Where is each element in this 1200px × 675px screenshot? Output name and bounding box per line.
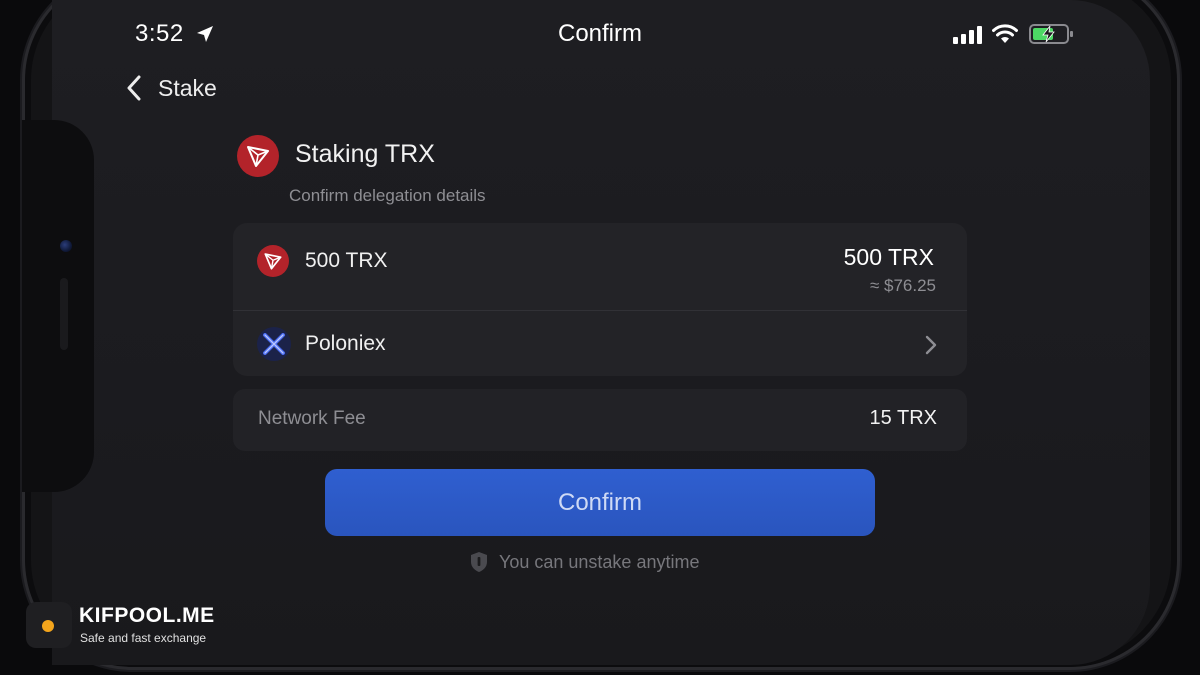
confirm-button[interactable]: Confirm bbox=[325, 469, 875, 536]
unstake-note-text: You can unstake anytime bbox=[499, 551, 700, 572]
tron-logo-icon bbox=[237, 135, 279, 177]
page-title: Staking TRX bbox=[295, 140, 435, 168]
unstake-note: You can unstake anytime bbox=[469, 550, 699, 574]
stake-amount-usd: ≈ $76.25 bbox=[869, 276, 936, 295]
stake-amount-value: 500 TRX bbox=[843, 244, 934, 270]
poloniex-logo-icon bbox=[257, 327, 291, 361]
back-button-label: Stake bbox=[158, 74, 217, 101]
wifi-icon bbox=[992, 24, 1018, 43]
tron-token-icon bbox=[257, 245, 289, 277]
screen-title: Confirm bbox=[557, 20, 642, 47]
watermark-subtitle: Safe and fast exchange bbox=[80, 631, 207, 645]
validator-row[interactable]: Poloniex bbox=[233, 311, 967, 376]
battery-charging-icon bbox=[1029, 24, 1073, 44]
stake-amount-label: 500 TRX bbox=[305, 249, 388, 272]
validator-name: Poloniex bbox=[305, 332, 386, 355]
network-fee-label: Network Fee bbox=[258, 408, 366, 429]
network-fee-card: Network Fee 15 TRX bbox=[233, 389, 967, 451]
page-subtitle: Confirm delegation details bbox=[289, 186, 486, 205]
watermark-title: KIFPOOL.ME bbox=[79, 604, 215, 627]
back-button[interactable]: Stake bbox=[124, 73, 217, 103]
chevron-right-icon bbox=[925, 335, 937, 355]
cellular-signal-icon bbox=[953, 26, 982, 44]
speaker-bar bbox=[60, 278, 68, 350]
chevron-left-icon bbox=[127, 75, 141, 101]
delegation-details-card: 500 TRX 500 TRX ≈ $76.25 Poloniex bbox=[233, 223, 967, 376]
shield-icon bbox=[471, 552, 487, 572]
network-fee-value: 15 TRX bbox=[869, 407, 937, 429]
front-camera bbox=[60, 240, 72, 252]
phone-notch bbox=[22, 120, 94, 492]
kifpool-logo-dot bbox=[42, 620, 54, 632]
